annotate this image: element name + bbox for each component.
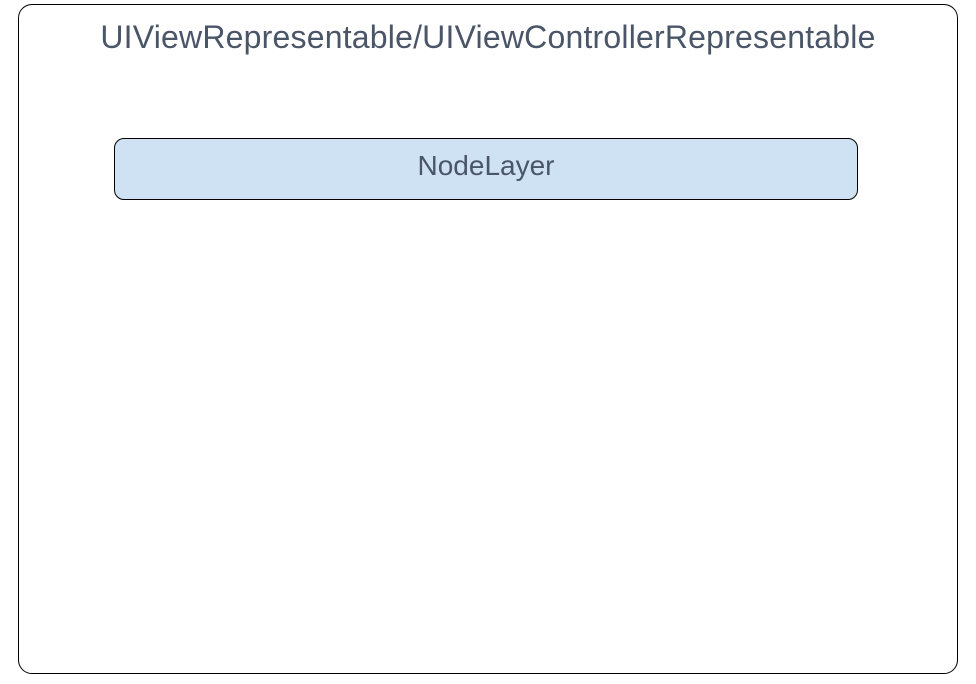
node-layer-label: NodeLayer xyxy=(418,150,555,182)
representable-container: UIViewRepresentable/UIViewControllerRepr… xyxy=(18,4,958,674)
container-title: UIViewRepresentable/UIViewControllerRepr… xyxy=(19,19,957,56)
node-layer-box: NodeLayer xyxy=(114,138,858,200)
